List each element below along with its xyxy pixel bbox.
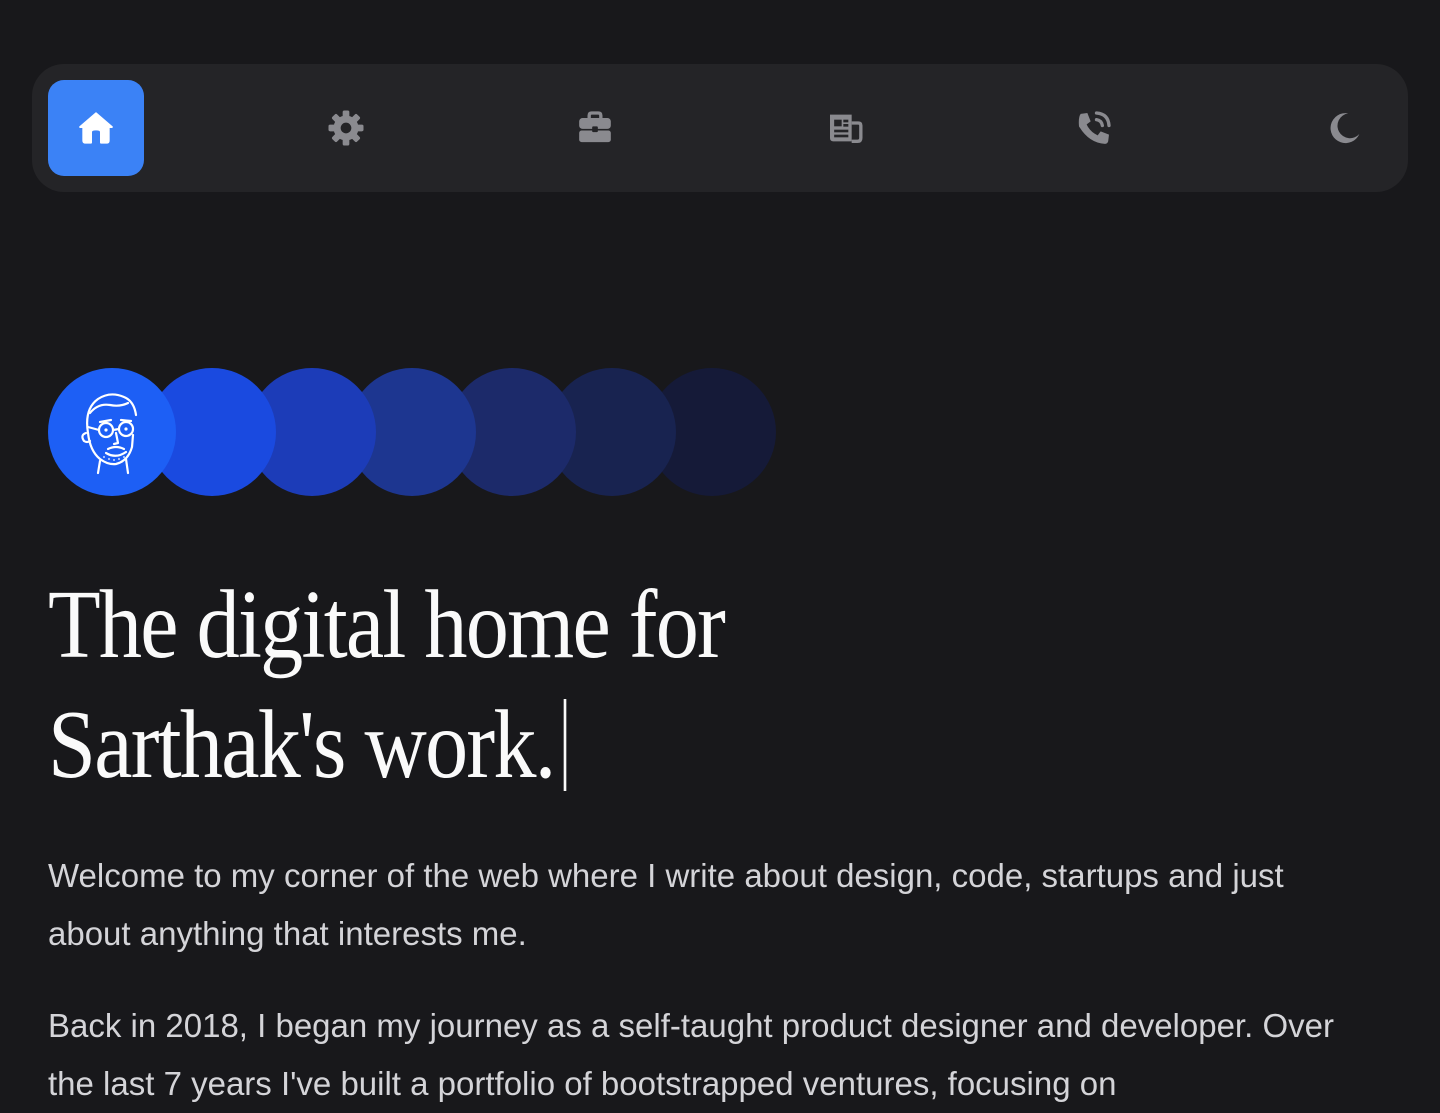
nav-work-button[interactable] bbox=[547, 80, 643, 176]
moon-icon bbox=[1330, 113, 1360, 144]
home-icon bbox=[79, 112, 113, 144]
avatar-stack bbox=[48, 368, 788, 496]
intro-paragraph: Welcome to my corner of the web where I … bbox=[48, 857, 1284, 952]
typing-cursor bbox=[563, 699, 566, 791]
newspaper-icon bbox=[829, 114, 863, 143]
nav-blog-button[interactable] bbox=[797, 80, 893, 176]
nav-contact-button[interactable] bbox=[1046, 80, 1142, 176]
hero-title: The digital home for Sarthak's work. bbox=[48, 565, 840, 805]
phone-call-icon bbox=[1079, 111, 1112, 144]
nav-settings-button[interactable] bbox=[298, 80, 394, 176]
hero-title-line2: Sarthak's work. bbox=[48, 691, 556, 799]
profile-illustration-icon bbox=[81, 393, 138, 475]
hero-title-line1: The digital home for bbox=[48, 571, 726, 679]
background-paragraph: Back in 2018, I began my journey as a se… bbox=[48, 1007, 1334, 1102]
avatar bbox=[48, 368, 176, 496]
top-navbar bbox=[32, 64, 1408, 192]
nav-theme-toggle[interactable] bbox=[1296, 80, 1392, 176]
gear-icon bbox=[328, 110, 364, 146]
briefcase-icon bbox=[579, 111, 612, 143]
nav-home-button[interactable] bbox=[48, 80, 144, 176]
